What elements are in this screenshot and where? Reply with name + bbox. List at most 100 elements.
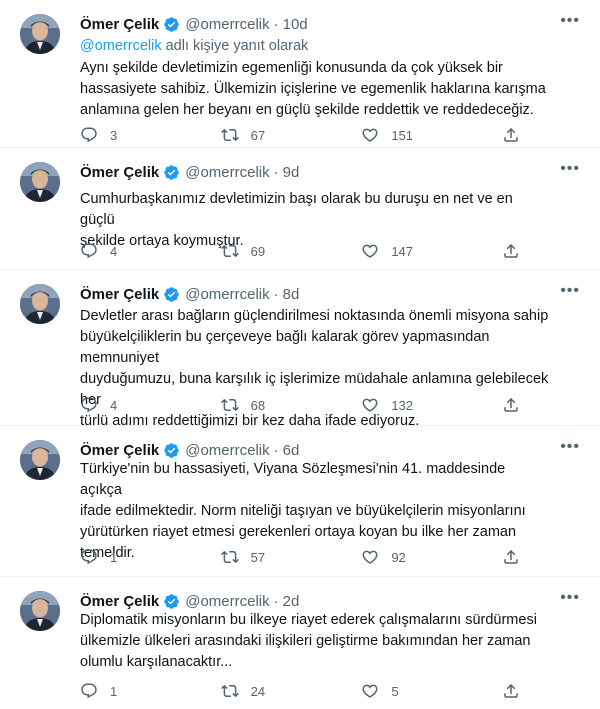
like-count: 132 xyxy=(391,397,414,413)
verified-badge-icon xyxy=(163,286,180,303)
author-name[interactable]: Ömer Çelik xyxy=(80,164,159,181)
reply-context-text: adlı kişiye yanıt olarak xyxy=(161,38,309,54)
share-button[interactable] xyxy=(502,395,520,415)
author-handle[interactable]: @omerrcelik xyxy=(185,593,269,610)
author-handle[interactable]: @omerrcelik xyxy=(185,164,269,181)
tweet-timestamp[interactable]: 10d xyxy=(283,16,308,33)
share-icon xyxy=(504,397,518,412)
reply-count: 4 xyxy=(110,397,118,413)
retweet-count: 57 xyxy=(250,549,266,565)
like-count: 5 xyxy=(391,683,399,699)
reply-icon xyxy=(81,127,97,143)
avatar[interactable] xyxy=(20,284,60,324)
tweet-timestamp[interactable]: 8d xyxy=(283,286,300,303)
retweet-count: 69 xyxy=(250,243,266,259)
verified-badge-icon xyxy=(163,442,180,459)
tweet-thread: Ömer Çelik @omerrcelik · 10d ••• @omerrc… xyxy=(0,0,600,709)
tweet[interactable]: Ömer Çelik @omerrcelik · 2d ••• Diplomat… xyxy=(0,577,600,709)
tweet-header: Ömer Çelik @omerrcelik · 2d xyxy=(80,591,299,611)
verified-badge-icon xyxy=(163,593,180,610)
verified-badge-icon xyxy=(163,164,180,181)
heart-icon xyxy=(362,128,378,142)
author-name[interactable]: Ömer Çelik xyxy=(80,16,159,33)
avatar[interactable] xyxy=(20,162,60,202)
tweet-timestamp[interactable]: 6d xyxy=(283,442,300,459)
heart-icon xyxy=(362,244,378,258)
heart-icon xyxy=(362,398,378,412)
tweet-timestamp[interactable]: 9d xyxy=(283,164,300,181)
reply-count: 4 xyxy=(110,243,118,259)
share-icon xyxy=(504,683,518,698)
more-icon[interactable]: ••• xyxy=(560,12,580,30)
author-handle[interactable]: @omerrcelik xyxy=(185,286,269,303)
more-icon[interactable]: ••• xyxy=(560,160,580,178)
heart-icon xyxy=(362,684,378,698)
tweet-header: Ömer Çelik @omerrcelik · 9d xyxy=(80,162,299,182)
tweet-actions: 1 57 92 xyxy=(80,547,520,567)
like-button[interactable]: 151 xyxy=(361,125,456,145)
retweet-button[interactable]: 24 xyxy=(220,681,316,701)
more-icon[interactable]: ••• xyxy=(560,282,580,300)
tweet[interactable]: Ömer Çelik @omerrcelik · 10d ••• @omerrc… xyxy=(0,0,600,148)
tweet[interactable]: Ömer Çelik @omerrcelik · 6d ••• Türkiye'… xyxy=(0,426,600,577)
like-button[interactable]: 132 xyxy=(361,395,456,415)
verified-badge-icon xyxy=(163,16,180,33)
more-icon[interactable]: ••• xyxy=(560,438,580,456)
tweet-actions: 4 68 132 xyxy=(80,395,520,415)
tweet-actions: 3 67 151 xyxy=(80,125,520,145)
author-name[interactable]: Ömer Çelik xyxy=(80,442,159,459)
retweet-button[interactable]: 57 xyxy=(220,547,316,567)
share-icon xyxy=(504,549,518,564)
like-button[interactable]: 5 xyxy=(361,681,456,701)
tweet-text: Diplomatik misyonların bu ilkeye riayet … xyxy=(80,612,537,670)
author-name[interactable]: Ömer Çelik xyxy=(80,286,159,303)
retweet-icon xyxy=(220,684,239,698)
tweet-header: Ömer Çelik @omerrcelik · 6d xyxy=(80,440,299,460)
avatar[interactable] xyxy=(20,591,60,631)
author-handle[interactable]: @omerrcelik xyxy=(185,442,269,459)
like-button[interactable]: 92 xyxy=(361,547,456,567)
more-icon[interactable]: ••• xyxy=(560,589,580,607)
tweet[interactable]: Ömer Çelik @omerrcelik · 8d ••• Devletle… xyxy=(0,270,600,429)
share-button[interactable] xyxy=(502,241,520,261)
retweet-count: 67 xyxy=(250,127,266,143)
tweet-text: Aynı şekilde devletimizin egemenliği kon… xyxy=(80,60,546,118)
tweet-actions: 1 24 5 xyxy=(80,681,520,701)
reply-button[interactable]: 1 xyxy=(80,547,175,567)
reply-count: 3 xyxy=(110,127,118,143)
tweet-actions: 4 69 147 xyxy=(80,241,520,261)
retweet-button[interactable]: 69 xyxy=(220,241,316,261)
reply-count: 1 xyxy=(110,549,118,565)
tweet-timestamp[interactable]: 2d xyxy=(283,593,300,610)
retweet-button[interactable]: 67 xyxy=(220,125,316,145)
reply-mention[interactable]: @omerrcelik xyxy=(80,38,162,54)
avatar[interactable] xyxy=(20,14,60,54)
reply-count: 1 xyxy=(110,683,118,699)
retweet-button[interactable]: 68 xyxy=(220,395,316,415)
reply-button[interactable]: 4 xyxy=(80,241,175,261)
share-button[interactable] xyxy=(502,125,520,145)
reply-button[interactable]: 4 xyxy=(80,395,175,415)
heart-icon xyxy=(362,550,378,564)
separator-dot: · xyxy=(273,285,279,303)
share-button[interactable] xyxy=(502,547,520,567)
tweet[interactable]: Ömer Çelik @omerrcelik · 9d ••• Cumhurba… xyxy=(0,148,600,270)
retweet-icon xyxy=(220,398,239,412)
avatar[interactable] xyxy=(20,440,60,480)
like-button[interactable]: 147 xyxy=(361,241,456,261)
reply-icon xyxy=(81,243,97,259)
author-name[interactable]: Ömer Çelik xyxy=(80,593,159,610)
reply-button[interactable]: 1 xyxy=(80,681,175,701)
share-button[interactable] xyxy=(502,681,520,701)
author-handle[interactable]: @omerrcelik xyxy=(185,16,269,33)
like-count: 92 xyxy=(391,549,406,565)
reply-icon xyxy=(81,397,97,413)
separator-dot: · xyxy=(273,15,279,33)
separator-dot: · xyxy=(273,163,279,181)
share-icon xyxy=(504,243,518,258)
reply-button[interactable]: 3 xyxy=(80,125,175,145)
like-count: 151 xyxy=(391,127,414,143)
reply-context: @omerrcelik adlı kişiye yanıt olarak xyxy=(80,38,308,54)
tweet-header: Ömer Çelik @omerrcelik · 8d xyxy=(80,284,299,304)
reply-icon xyxy=(81,683,97,699)
